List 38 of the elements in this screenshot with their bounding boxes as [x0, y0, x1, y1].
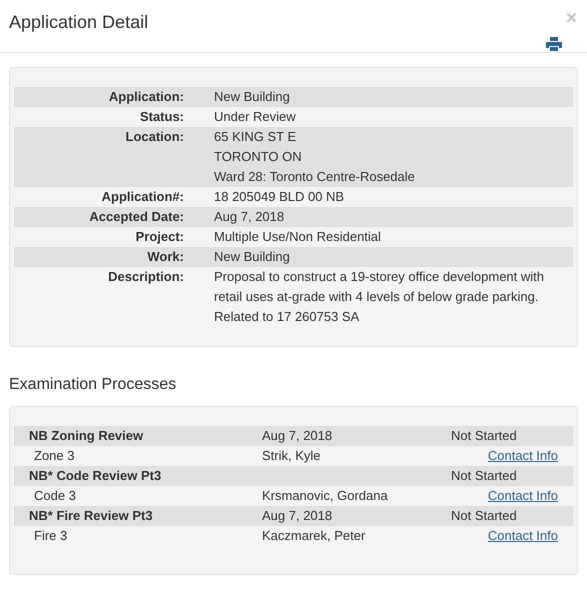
field-value: 18 205049 BLD 00 NB	[214, 188, 346, 206]
field-value: Aug 7, 2018	[214, 208, 286, 226]
process-status: Not Started	[451, 467, 518, 485]
print-icon[interactable]	[546, 37, 562, 51]
process-name: NB* Code Review Pt3	[29, 467, 162, 485]
examiner-name: Krsmanovic, Gordana	[262, 487, 389, 505]
field-value: 65 KING ST E	[214, 128, 298, 146]
contact-info-link[interactable]: Contact Info	[488, 448, 558, 463]
contact-info-link[interactable]: Contact Info	[488, 488, 558, 503]
review-area: Fire 3	[34, 528, 68, 543]
field-value: TORONTO ON	[214, 148, 303, 166]
process-status: Not Started	[451, 427, 518, 445]
examiner-name: Strik, Kyle	[262, 447, 322, 465]
field-label: Work:	[146, 248, 184, 266]
field-value: Multiple Use/Non Residential	[214, 228, 382, 246]
process-name: NB Zoning Review	[29, 427, 144, 445]
process-date: Aug 7, 2018	[262, 428, 332, 443]
review-area: Code 3	[34, 488, 76, 503]
field-label: Project:	[134, 228, 184, 246]
field-label: Application#:	[100, 188, 184, 206]
contact-info-link[interactable]: Contact Info	[488, 528, 558, 543]
field-label: Description:	[107, 268, 184, 286]
review-area: Zone 3	[34, 448, 74, 463]
process-date: Aug 7, 2018	[262, 508, 332, 523]
field-label: Status:	[138, 108, 184, 126]
section-title: Examination Processes	[9, 375, 178, 395]
field-value: Proposal to construct a 19-storey office development with retail uses at-grade with 4 levels of below grade parking. Related to 17 260753 SA	[214, 268, 545, 326]
field-label: Accepted Date:	[88, 208, 184, 226]
examiner-name: Kaczmarek, Peter	[262, 527, 366, 545]
field-label: Location:	[124, 128, 184, 146]
field-value: Ward 28: Toronto Centre-Rosedale	[214, 168, 416, 186]
field-label: Application:	[108, 88, 184, 106]
field-value: Under Review	[214, 108, 297, 126]
process-status: Not Started	[451, 507, 518, 525]
dialog-title: Application Detail	[9, 11, 148, 33]
field-value: New Building	[214, 88, 291, 106]
process-name: NB* Fire Review Pt3	[29, 507, 154, 525]
field-value: New Building	[214, 248, 291, 266]
